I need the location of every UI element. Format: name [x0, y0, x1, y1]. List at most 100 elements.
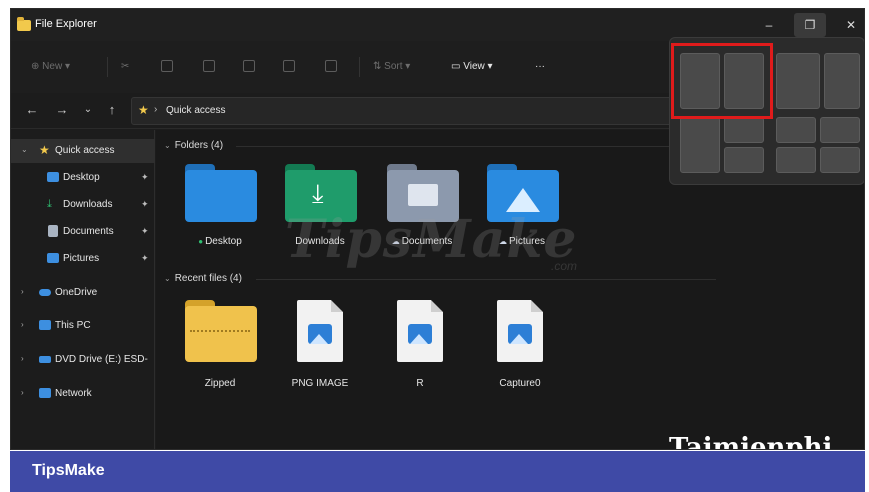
snap-zone-quad-bottom-left[interactable] — [776, 147, 816, 173]
sidebar-item-pictures[interactable]: Pictures ✦ — [11, 247, 155, 271]
network-icon — [39, 388, 51, 398]
recent-files-group-header[interactable]: ⌄ Recent files (4) — [164, 273, 242, 284]
sidebar-item-desktop[interactable]: Desktop ✦ — [11, 166, 155, 190]
sort-button[interactable]: ⇅ Sort ▾ — [373, 57, 410, 77]
sidebar-item-onedrive[interactable]: › OneDrive — [11, 281, 155, 305]
synced-check-icon: ● — [198, 237, 204, 246]
image-file-icon — [397, 300, 443, 362]
share-icon — [283, 60, 295, 73]
folders-group-title: Folders (4) — [174, 140, 224, 151]
new-label: New — [42, 61, 63, 72]
file-label: Zipped — [204, 378, 236, 389]
recent-file-zipped[interactable]: Zipped — [176, 296, 264, 392]
pin-icon: ✦ — [141, 226, 149, 236]
chevron-right-icon: › — [21, 320, 24, 329]
chevron-right-icon: › — [21, 388, 24, 397]
sidebar-item-label: Downloads — [63, 199, 113, 210]
trash-icon — [325, 60, 337, 73]
snap-zone-bottom-right[interactable] — [724, 147, 764, 173]
snap-zone-narrow-right[interactable] — [824, 53, 860, 109]
image-file-icon — [297, 300, 343, 362]
address-path: Quick access — [166, 105, 226, 116]
more-options-button[interactable]: ··· — [535, 57, 545, 77]
rename-button[interactable] — [243, 57, 255, 77]
pin-icon: ✦ — [141, 199, 149, 209]
toolbar-divider — [359, 57, 360, 77]
zipper-icon — [190, 330, 250, 334]
desktop-icon — [47, 172, 59, 182]
chevron-down-icon: ▾ — [64, 61, 70, 72]
zip-folder-icon — [185, 306, 257, 362]
picture-icon — [408, 324, 432, 344]
snap-layouts-flyout — [669, 37, 864, 185]
chevron-down-icon: ⌄ — [164, 274, 171, 283]
snap-zone-quad-bottom-right[interactable] — [820, 147, 860, 173]
download-arrow-icon: ⤓ — [312, 178, 324, 208]
sidebar-item-label: DVD Drive (E:) ESD- — [55, 354, 148, 365]
sidebar-item-network[interactable]: › Network — [11, 382, 155, 406]
paste-button[interactable] — [203, 57, 215, 77]
recent-locations-chevron-icon[interactable]: ⌄ — [79, 101, 97, 119]
download-icon: ⤓ — [47, 198, 52, 210]
file-label: R — [416, 378, 424, 389]
picture-icon — [508, 324, 532, 344]
sidebar-item-dvd-drive[interactable]: › DVD Drive (E:) ESD- — [11, 348, 155, 372]
group-divider — [236, 146, 716, 147]
sidebar-item-downloads[interactable]: ⤓ Downloads ✦ — [11, 193, 155, 217]
file-label: PNG IMAGE — [291, 378, 349, 389]
tipsmake-watermark: TipsMake — [285, 209, 578, 270]
rename-icon — [243, 60, 255, 73]
chevron-down-icon: ⌄ — [164, 141, 171, 150]
picture-icon — [308, 324, 332, 344]
cloud-icon — [39, 289, 51, 296]
minimize-button[interactable]: – — [753, 13, 785, 37]
file-explorer-window: File Explorer – ❐ ✕ ⊕ New ▾ ✂ ⇅ Sort ▾ ▭… — [10, 8, 865, 450]
cut-button[interactable]: ✂ — [121, 57, 129, 77]
navigation-pane: ⌄ ★ Quick access Desktop ✦ ⤓ Downloads ✦… — [11, 130, 155, 449]
snap-zone-top-right[interactable] — [724, 117, 764, 143]
up-arrow-icon[interactable]: ↑ — [103, 101, 121, 119]
plus-circle-icon: ⊕ — [31, 61, 40, 72]
folders-group-header[interactable]: ⌄ Folders (4) — [164, 140, 223, 151]
pin-icon: ✦ — [141, 253, 149, 263]
close-button[interactable]: ✕ — [835, 13, 864, 37]
folder-tile-desktop[interactable]: ● Desktop — [176, 158, 264, 254]
view-label: View — [463, 61, 485, 72]
sidebar-item-quick-access[interactable]: ⌄ ★ Quick access — [11, 139, 155, 163]
delete-button[interactable] — [325, 57, 337, 77]
maximize-button[interactable]: ❐ — [794, 13, 826, 37]
sidebar-item-label: This PC — [55, 320, 91, 331]
share-button[interactable] — [283, 57, 295, 77]
sidebar-item-label: Desktop — [63, 172, 100, 183]
highlight-box — [671, 43, 773, 119]
view-icon: ▭ — [451, 61, 461, 72]
pin-icon: ✦ — [141, 172, 149, 182]
chevron-down-icon: ▾ — [487, 61, 493, 72]
image-file-icon — [497, 300, 543, 362]
scissors-icon: ✂ — [121, 61, 130, 72]
desktop-folder-icon — [185, 170, 257, 222]
new-button[interactable]: ⊕ New ▾ — [31, 57, 70, 77]
snap-zone-quad-top-right[interactable] — [820, 117, 860, 143]
snap-zone-tall-left[interactable] — [680, 117, 720, 173]
taimienphi-watermark: Taimienphi — [669, 433, 833, 450]
copy-button[interactable] — [161, 57, 173, 77]
back-arrow-icon[interactable]: ← — [23, 101, 41, 119]
sort-label: Sort — [384, 61, 403, 72]
copy-icon — [161, 60, 173, 73]
folder-name: Desktop — [205, 236, 242, 247]
recent-file-capture0[interactable]: Capture0 — [476, 296, 564, 392]
snap-zone-quad-top-left[interactable] — [776, 117, 816, 143]
forward-arrow-icon[interactable]: → — [53, 101, 71, 119]
sidebar-item-this-pc[interactable]: › This PC — [11, 314, 155, 338]
view-button[interactable]: ▭ View ▾ — [451, 57, 493, 77]
snap-zone-wide-left[interactable] — [776, 53, 820, 109]
watermark-suffix: .com — [551, 259, 578, 273]
sidebar-item-label: Quick access — [55, 145, 115, 156]
recent-file-png-image[interactable]: PNG IMAGE — [276, 296, 364, 392]
sidebar-item-documents[interactable]: Documents ✦ — [11, 220, 155, 244]
file-label: Capture0 — [499, 378, 541, 389]
banner-text: TipsMake — [32, 462, 105, 479]
recent-file-r[interactable]: R — [376, 296, 464, 392]
brand-banner: TipsMake — [10, 451, 865, 492]
